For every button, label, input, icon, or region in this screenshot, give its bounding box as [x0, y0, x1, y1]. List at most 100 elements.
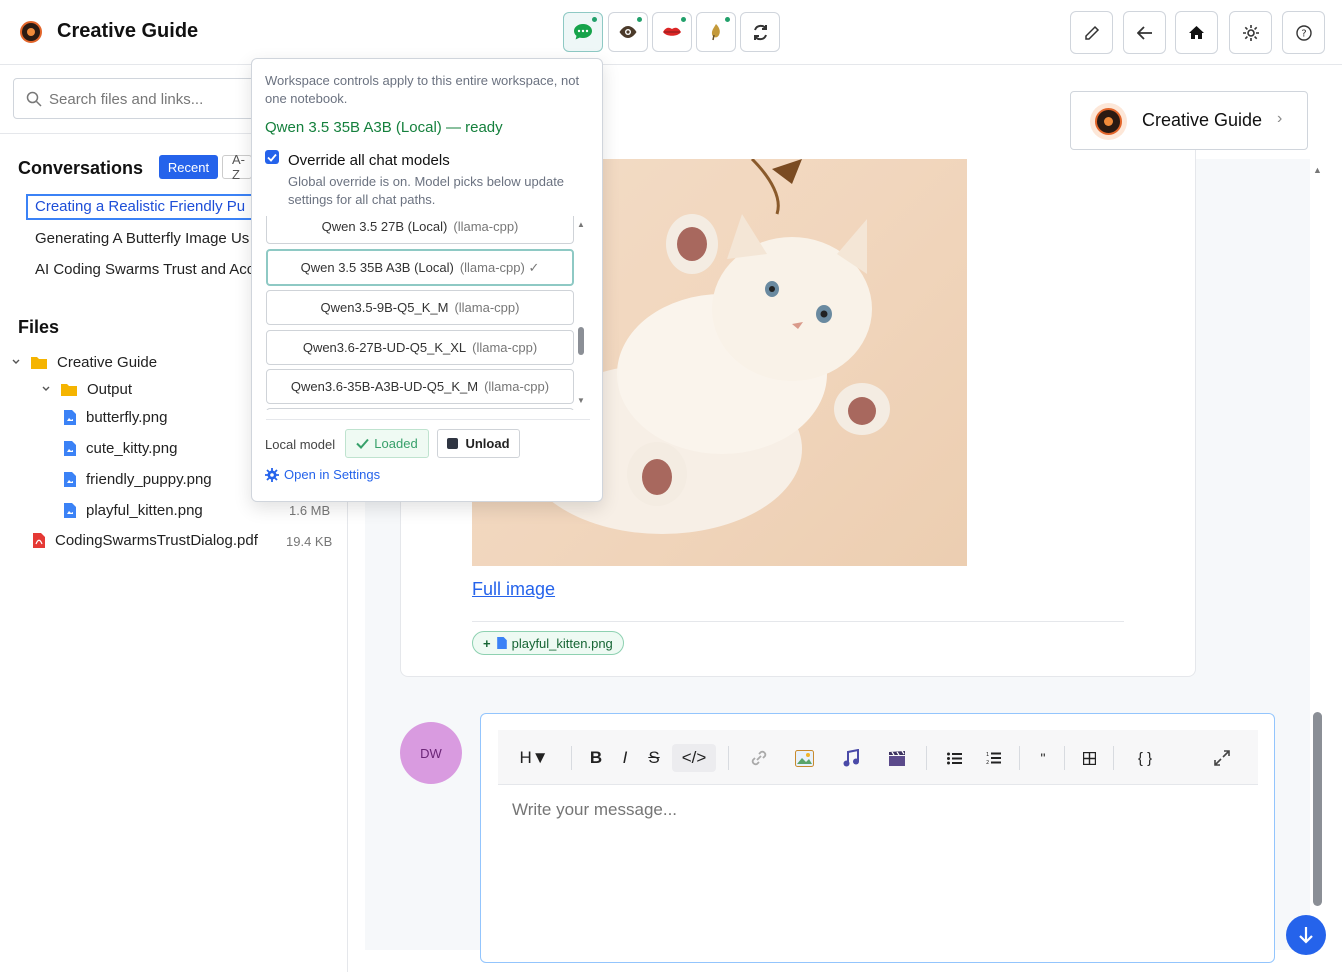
local-model-label: Local model	[265, 437, 336, 452]
file-size: 1.6 MB	[289, 503, 331, 518]
model-option[interactable]: Qwen3.5-9B-Q5_K_M (llama-cpp)	[266, 290, 574, 325]
scrollbar-thumb[interactable]	[1313, 712, 1322, 906]
audio-button[interactable]	[840, 744, 862, 772]
files-heading: Files	[18, 317, 60, 337]
divider	[728, 746, 729, 770]
file-label: playful_kitten.png	[86, 501, 203, 519]
image-icon	[794, 749, 814, 767]
chevron-right-icon: ›	[1277, 110, 1283, 127]
user-avatar: DW	[400, 722, 462, 784]
expand-button[interactable]	[1211, 744, 1233, 772]
conversations-heading: Conversations	[18, 158, 144, 178]
divider	[1019, 746, 1020, 770]
loaded-button[interactable]: Loaded	[345, 429, 429, 458]
list-scrollbar-thumb[interactable]	[578, 327, 584, 355]
message-input[interactable]	[512, 800, 1212, 820]
status-dot	[592, 17, 597, 22]
message-composer[interactable]: H▼ B I S </> 12 " { }	[480, 713, 1275, 963]
chat-bubble-icon	[574, 24, 592, 40]
unload-button[interactable]: Unload	[437, 429, 520, 458]
code-block-button[interactable]: { }	[1128, 744, 1162, 772]
bold-button[interactable]: B	[586, 744, 606, 772]
table-button[interactable]	[1079, 744, 1099, 772]
voice-mode-button[interactable]	[652, 12, 692, 52]
music-note-icon	[843, 749, 859, 767]
edit-button[interactable]	[1070, 11, 1113, 54]
tree-file[interactable]: friendly_puppy.png	[64, 467, 212, 491]
model-option[interactable]: Qwen3.6-27B-UD-Q5_K_XL (llama-cpp)	[266, 330, 574, 365]
chat-mode-button[interactable]	[563, 12, 603, 52]
tree-file-pdf[interactable]: CodingSwarmsTrustDialog.pdf	[33, 528, 258, 552]
sync-button[interactable]	[740, 12, 780, 52]
search-icon	[26, 91, 42, 107]
link-button[interactable]	[748, 744, 770, 772]
conversation-agent-card[interactable]: Creative Guide ›	[1070, 91, 1308, 150]
top-bar: Creative Guide ?	[0, 0, 1342, 65]
divider	[472, 621, 1124, 622]
checkmark-icon	[356, 438, 370, 449]
quote-button[interactable]: "	[1034, 744, 1052, 772]
model-option-selected[interactable]: Qwen 3.5 35B A3B (Local) (llama-cpp) ✓	[266, 249, 574, 286]
code-button[interactable]: </>	[672, 744, 716, 772]
video-button[interactable]	[886, 744, 908, 772]
image-gen-mode-button[interactable]	[696, 12, 736, 52]
tree-file[interactable]: playful_kitten.png	[64, 498, 203, 522]
model-name: Qwen3.6-35B-A3B-UD-Q5_K_M	[290, 379, 479, 394]
home-button[interactable]	[1175, 11, 1218, 54]
vision-mode-button[interactable]	[608, 12, 648, 52]
numbered-list-button[interactable]: 12	[983, 744, 1003, 772]
bullet-list-button[interactable]	[944, 744, 964, 772]
image-button[interactable]	[793, 744, 815, 772]
scroll-to-bottom-button[interactable]	[1286, 915, 1326, 955]
tree-folder-root[interactable]: Creative Guide	[11, 350, 157, 374]
open-settings-link[interactable]: Open in Settings	[265, 467, 380, 482]
list-scroll-up-icon[interactable]: ▲	[577, 220, 585, 229]
arrow-down-icon	[1299, 927, 1313, 944]
heading-button[interactable]: H▼	[518, 744, 550, 772]
model-name: Qwen 3.5 35B A3B (Local)	[300, 260, 454, 275]
conversation-item[interactable]: Creating a Realistic Friendly Pu	[26, 194, 266, 220]
settings-button[interactable]	[1229, 11, 1272, 54]
override-label[interactable]: Override all chat models	[288, 152, 450, 169]
image-file-icon	[64, 471, 76, 487]
divider	[1113, 746, 1114, 770]
sort-recent-button[interactable]: Recent	[159, 155, 218, 179]
brush-icon	[711, 24, 720, 41]
svg-text:?: ?	[1301, 28, 1306, 39]
tree-file[interactable]: butterfly.png	[64, 405, 167, 429]
numbered-list-icon: 12	[986, 752, 1001, 765]
scroll-up-arrow-icon[interactable]: ▲	[1313, 165, 1322, 175]
conversation-item[interactable]: AI Coding Swarms Trust and Acc	[26, 257, 266, 283]
image-file-icon	[496, 637, 507, 649]
model-option[interactable]: Qwen 3.5 27B (Local) (llama-cpp)	[266, 216, 574, 244]
strikethrough-button[interactable]: S	[644, 744, 664, 772]
model-option[interactable]	[266, 408, 574, 410]
divider	[266, 419, 590, 420]
gear-icon	[1242, 24, 1259, 41]
override-checkbox[interactable]	[265, 150, 279, 164]
divider	[926, 746, 927, 770]
chevron-down-icon	[11, 357, 21, 367]
attachment-chip[interactable]: + playful_kitten.png	[472, 631, 624, 655]
tree-file[interactable]: cute_kitty.png	[64, 436, 177, 460]
model-provider: (llama-cpp)	[484, 379, 550, 394]
unload-label: Unload	[465, 436, 510, 451]
chevron-down-icon	[41, 384, 51, 394]
app-logo-icon	[20, 21, 42, 43]
tree-folder-output[interactable]: Output	[41, 377, 132, 401]
full-image-link[interactable]: Full image	[472, 579, 555, 600]
divider	[571, 746, 572, 770]
file-size: 19.4 KB	[286, 534, 333, 549]
help-button[interactable]: ?	[1282, 11, 1325, 54]
folder-label: Output	[87, 380, 133, 398]
conversation-item[interactable]: Generating A Butterfly Image Us	[26, 226, 266, 252]
expand-icon	[1214, 750, 1230, 766]
model-option[interactable]: Qwen3.6-35B-A3B-UD-Q5_K_M (llama-cpp)	[266, 369, 574, 404]
bullet-list-icon	[946, 752, 962, 764]
list-scroll-down-icon[interactable]: ▼	[577, 396, 585, 405]
model-provider: (llama-cpp) ✓	[459, 259, 540, 275]
sort-az-button[interactable]: A-Z	[222, 152, 252, 182]
gear-icon	[265, 467, 279, 482]
italic-button[interactable]: I	[616, 744, 634, 772]
back-button[interactable]	[1123, 11, 1166, 54]
